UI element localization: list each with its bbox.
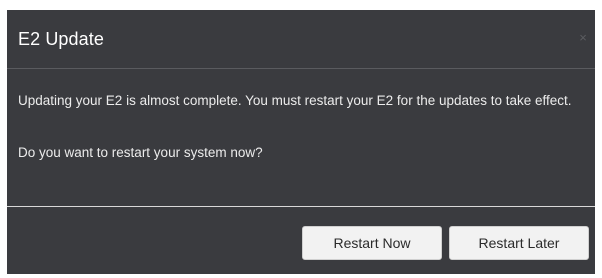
dialog-footer: Restart Now Restart Later (7, 207, 595, 274)
dialog-header: E2 Update × (7, 10, 595, 69)
update-dialog: E2 Update × Updating your E2 is almost c… (7, 10, 595, 274)
restart-question: Do you want to restart your system now? (18, 145, 263, 160)
update-message: Updating your E2 is almost complete. You… (18, 93, 572, 108)
close-icon[interactable]: × (577, 31, 589, 44)
dialog-body: Updating your E2 is almost complete. You… (7, 69, 595, 206)
dialog-title: E2 Update (18, 29, 104, 49)
restart-now-button[interactable]: Restart Now (302, 226, 442, 260)
restart-later-button[interactable]: Restart Later (449, 226, 589, 260)
